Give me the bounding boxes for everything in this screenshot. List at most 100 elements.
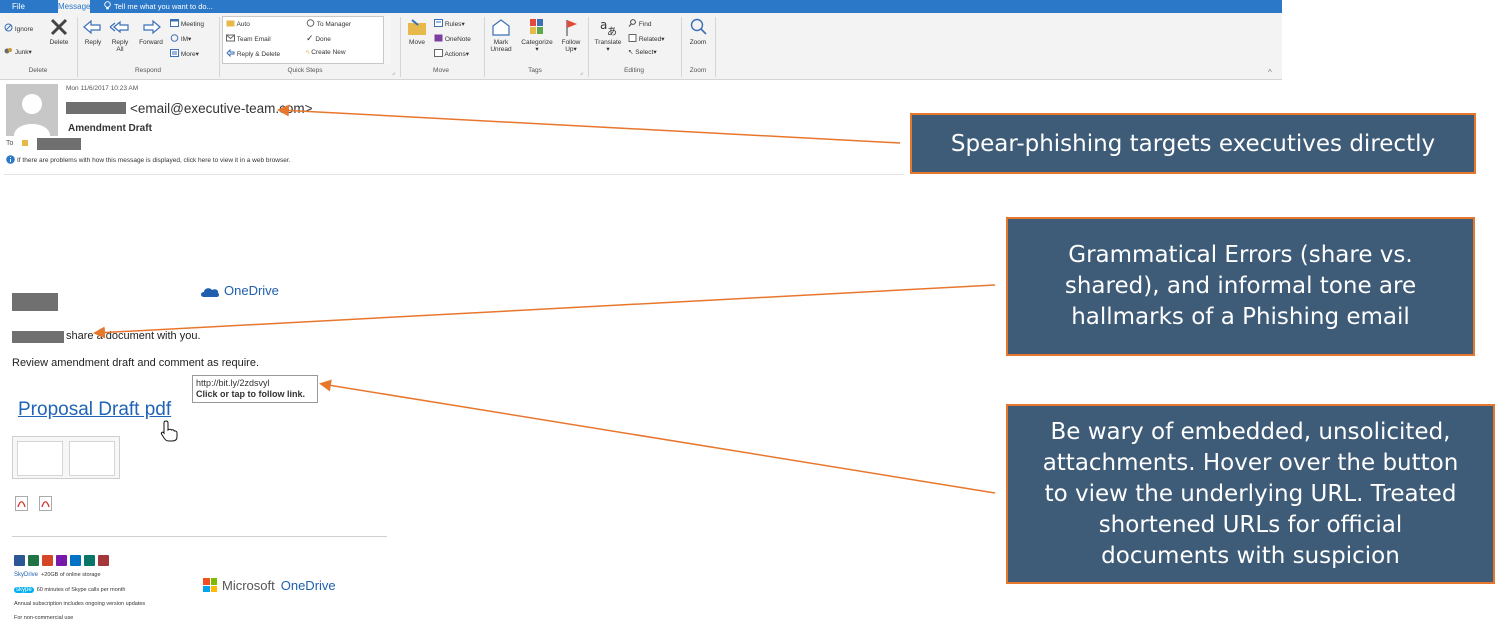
related-icon xyxy=(628,34,637,42)
collapse-ribbon-icon[interactable]: ^ xyxy=(1268,68,1272,77)
callout-2-line: Grammatical Errors (share vs. xyxy=(1068,242,1413,268)
rules-button[interactable]: Rules▾ xyxy=(434,19,465,29)
envelope-icon xyxy=(226,34,235,42)
actions-icon xyxy=(434,49,443,57)
related-button[interactable]: Related▾ xyxy=(628,34,664,44)
office-app-icons xyxy=(14,553,112,571)
move-button[interactable]: Move xyxy=(403,17,431,46)
im-button[interactable]: IM▾ xyxy=(170,34,191,44)
ignore-label[interactable]: Ignore xyxy=(15,26,33,33)
im-label: IM xyxy=(180,36,189,43)
arrow-to-tooltip xyxy=(319,379,996,494)
forward-button[interactable]: Forward xyxy=(135,17,167,46)
promo-annual: Annual subscription includes ongoing ver… xyxy=(14,601,146,607)
find-button[interactable]: Find xyxy=(628,19,651,29)
info-bar[interactable]: If there are problems with how this mess… xyxy=(6,155,290,164)
review-text: Review amendment draft and comment as re… xyxy=(12,357,260,369)
quickstep-create-new-label: Create New xyxy=(311,49,346,56)
body-divider xyxy=(12,536,387,537)
move-folder-icon xyxy=(408,19,426,35)
recipient-presence-icon xyxy=(22,140,28,146)
rules-icon xyxy=(434,19,443,27)
to-label: To xyxy=(6,140,14,147)
quick-steps-launcher-icon[interactable]: ⌟ xyxy=(392,69,395,76)
onenote-button[interactable]: OneNote xyxy=(434,34,471,44)
quickstep-auto-label: Auto xyxy=(236,21,250,28)
reply-all-label-1: Reply xyxy=(111,39,129,46)
translate-button[interactable]: aあ Translate ▾ xyxy=(591,17,625,53)
group-label-tags: Tags xyxy=(528,67,542,74)
callout-1-line: Spear-phishing targets executives direct… xyxy=(950,130,1436,157)
ribbon: Ignore Junk▾ Delete Delete Reply Reply A… xyxy=(0,13,1282,80)
pdf-file-icon[interactable] xyxy=(15,496,28,511)
forward-icon xyxy=(143,19,161,35)
onedrive-label: OneDrive xyxy=(224,283,279,298)
quick-steps-scrollbar[interactable] xyxy=(383,16,391,64)
preview-page xyxy=(17,441,63,476)
junk-icon xyxy=(4,48,12,54)
quickstep-auto[interactable]: Auto xyxy=(226,19,250,29)
tooltip-hint: Click or tap to follow link. xyxy=(196,389,306,399)
mark-label-1: Mark xyxy=(493,39,509,46)
pdf-file-icon[interactable] xyxy=(39,496,52,511)
proposal-draft-link[interactable]: Proposal Draft pdf xyxy=(18,399,171,421)
zoom-button[interactable]: Zoom xyxy=(684,17,712,46)
callout-2-line: shared), and informal tone are xyxy=(1064,273,1417,299)
tab-file[interactable]: File xyxy=(12,0,25,13)
more-label: More xyxy=(180,51,196,58)
tooltip-url: http://bit.ly/2zdsvyl xyxy=(196,378,270,388)
access-icon xyxy=(98,555,109,566)
actions-button[interactable]: Actions▾ xyxy=(434,49,469,59)
redacted-sharer-name xyxy=(12,331,64,343)
callout-embedded-attachments: Be wary of embedded, unsolicited, attach… xyxy=(1006,404,1495,584)
reply-delete-icon xyxy=(226,49,235,57)
categorize-icon xyxy=(530,19,543,34)
sender-email: <email@executive-team.com> xyxy=(130,101,313,116)
ribbon-separator xyxy=(715,17,716,77)
onedrive-cloud-icon xyxy=(201,288,220,297)
share-text: share a document with you. xyxy=(66,330,201,342)
quickstep-team-email[interactable]: Team Email xyxy=(226,34,271,44)
group-label-respond: Respond xyxy=(134,67,162,74)
quickstep-done[interactable]: ✓ Done xyxy=(306,34,331,44)
flag-icon xyxy=(566,20,577,36)
redacted-sender-photo xyxy=(12,293,58,311)
header-divider xyxy=(4,174,904,175)
select-button[interactable]: ↖ Select▾ xyxy=(628,49,657,57)
meeting-button[interactable]: Meeting xyxy=(170,19,204,29)
tab-message[interactable]: Message xyxy=(58,0,90,13)
callout-3-line: attachments. Hover over the button xyxy=(1042,449,1459,476)
quickstep-to-manager[interactable]: To Manager xyxy=(306,19,351,29)
quickstep-team-email-label: Team Email xyxy=(236,36,271,43)
microsoft-logo-icon xyxy=(203,578,217,592)
arrow-to-sender xyxy=(277,104,901,144)
quickstep-reply-delete[interactable]: Reply & Delete xyxy=(226,49,280,59)
ribbon-tab-bar: File Message Tell me what you want to do… xyxy=(0,0,1282,13)
info-text: If there are problems with how this mess… xyxy=(17,157,291,164)
forward-label: Forward xyxy=(139,39,163,46)
excel-icon xyxy=(28,555,39,566)
to-manager-icon xyxy=(306,19,315,27)
group-label-editing: Editing xyxy=(624,67,644,74)
tags-launcher-icon[interactable]: ⌟ xyxy=(580,69,583,76)
tell-me-search[interactable]: Tell me what you want to do... xyxy=(104,0,213,13)
delete-x-icon xyxy=(50,18,68,36)
zoom-label: Zoom xyxy=(689,39,707,46)
follow-up-button[interactable]: Follow Up▾ xyxy=(558,17,584,53)
sender-avatar xyxy=(6,84,58,136)
delete-button[interactable]: Delete xyxy=(46,17,72,46)
redacted-recipient[interactable] xyxy=(37,138,81,150)
categorize-button[interactable]: Categorize ▾ xyxy=(517,17,557,53)
onenote-icon xyxy=(434,34,443,42)
message-subject: Amendment Draft xyxy=(68,123,152,134)
more-button[interactable]: More▾ xyxy=(170,49,199,59)
reply-all-button[interactable]: Reply All xyxy=(107,17,133,53)
find-label: Find xyxy=(638,21,652,28)
promo-noncommercial: For non-commercial use xyxy=(14,615,74,621)
junk-button[interactable]: Junk▾ xyxy=(4,46,32,57)
document-preview-thumbnail[interactable] xyxy=(12,436,120,479)
mark-unread-button[interactable]: Mark Unread xyxy=(487,17,515,53)
quickstep-create-new[interactable]: ϟ Create New xyxy=(306,49,346,57)
reply-button[interactable]: Reply xyxy=(80,17,106,46)
info-icon xyxy=(6,155,15,164)
